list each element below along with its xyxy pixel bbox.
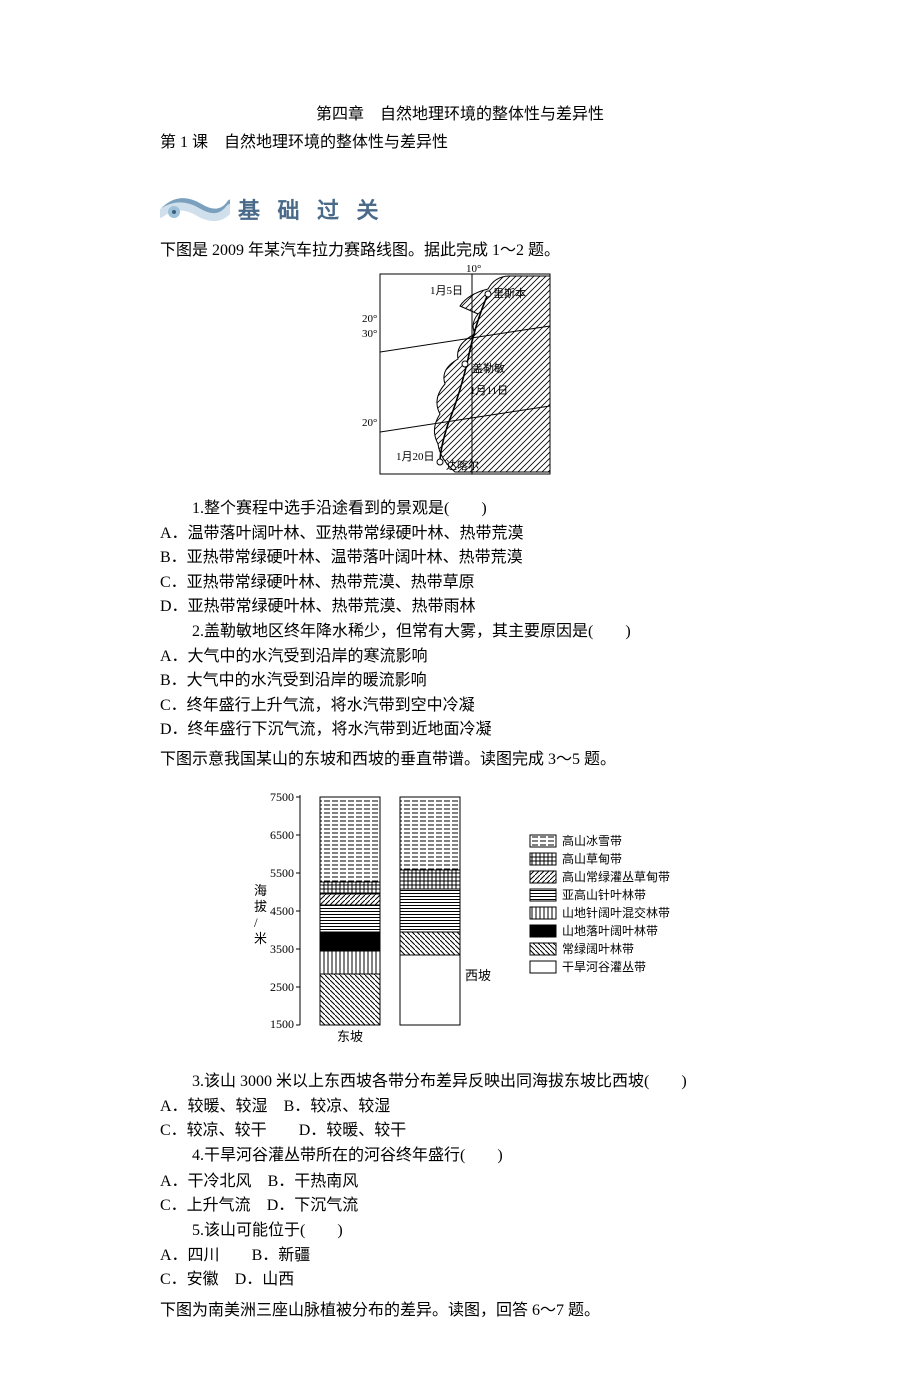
section-badge: 基 础 过 关 — [160, 192, 760, 226]
q1-options: A．温带落叶阔叶林、亚热带常绿硬叶林、热带荒漠 B．亚热带常绿硬叶林、温带落叶阔… — [160, 522, 760, 618]
q4-d: D．下沉气流 — [267, 1197, 359, 1214]
section2-intro: 下图示意我国某山的东坡和西坡的垂直带谱。读图完成 3～5 题。 — [160, 745, 760, 769]
ylabel-1: 海 — [254, 883, 267, 898]
badge-label: 基 础 过 关 — [238, 193, 385, 225]
q3-a: A．较暖、较湿 — [160, 1098, 268, 1115]
svg-text:高山冰雪带: 高山冰雪带 — [562, 833, 622, 848]
q2-b: B．大气中的水汽受到沿岸的暖流影响 — [160, 669, 760, 692]
svg-text:米: 米 — [254, 931, 267, 946]
x-west: 西坡 — [465, 968, 491, 983]
q4-c: C．上升气流 — [160, 1197, 251, 1214]
vertical-belt-chart: 1500 2500 3500 4500 5500 6500 7500 海 拔 /… — [160, 775, 760, 1060]
q5-options: A．四川 B．新疆 C．安徽 D．山西 — [160, 1244, 760, 1291]
q4-options: A．干冷北风 B．干热南风 C．上升气流 D．下沉气流 — [160, 1170, 760, 1217]
q5-stem: 5.该山可能位于( ) — [160, 1219, 760, 1242]
q1-b: B．亚热带常绿硬叶林、温带落叶阔叶林、热带荒漠 — [160, 546, 760, 569]
svg-text:拔: 拔 — [254, 899, 267, 914]
svg-text:6500: 6500 — [270, 828, 294, 842]
q2-c: C．终年盛行上升气流，将水汽带到空中冷凝 — [160, 694, 760, 717]
section3-intro: 下图为南美洲三座山脉植被分布的差异。读图，回答 6～7 题。 — [160, 1296, 760, 1320]
q2-stem: 2.盖勒敏地区终年降水稀少，但常有大雾，其主要原因是( ) — [160, 620, 760, 643]
city3: 达喀尔 — [446, 459, 479, 472]
q5-c: C．安徽 — [160, 1271, 219, 1288]
date1: 1月5日 — [430, 285, 463, 297]
svg-text:高山草甸带: 高山草甸带 — [562, 851, 622, 866]
svg-text:5500: 5500 — [270, 866, 294, 880]
q1-stem: 1.整个赛程中选手沿途看到的景观是( ) — [160, 497, 760, 520]
lat30-label: 30° — [362, 328, 377, 340]
q3-options: A．较暖、较湿 B．较凉、较湿 C．较凉、较干 D．较暖、较干 — [160, 1095, 760, 1142]
q2-d: D．终年盛行下沉气流，将水汽带到近地面冷凝 — [160, 718, 760, 741]
svg-text:1500: 1500 — [270, 1017, 294, 1031]
date2: 1月11日 — [470, 385, 508, 397]
badge-icon — [160, 192, 230, 226]
svg-text:常绿阔叶林带: 常绿阔叶林带 — [562, 941, 634, 956]
q4-b: B．干热南风 — [268, 1173, 359, 1190]
svg-text:高山常绿灌丛草甸带: 高山常绿灌丛草甸带 — [562, 869, 670, 884]
lat20s-label: 20° — [362, 417, 377, 429]
lon-label: 10° — [466, 264, 481, 275]
city2: 盖勒敏 — [472, 361, 505, 375]
q4-a: A．干冷北风 — [160, 1173, 252, 1190]
q5-b: B．新疆 — [252, 1247, 311, 1264]
q3-d: D．较暖、较干 — [299, 1122, 407, 1139]
q2-options: A．大气中的水汽受到沿岸的寒流影响 B．大气中的水汽受到沿岸的暖流影响 C．终年… — [160, 645, 760, 741]
svg-text:山地落叶阔叶林带: 山地落叶阔叶林带 — [562, 924, 658, 938]
q5-d: D．山西 — [235, 1271, 295, 1288]
q3-b: B．较凉、较湿 — [284, 1098, 391, 1115]
q1-c: C．亚热带常绿硬叶林、热带荒漠、热带草原 — [160, 571, 760, 594]
q2-a: A．大气中的水汽受到沿岸的寒流影响 — [160, 645, 760, 668]
svg-text:4500: 4500 — [270, 904, 294, 918]
svg-text:2500: 2500 — [270, 980, 294, 994]
q1-d: D．亚热带常绿硬叶林、热带荒漠、热带雨林 — [160, 595, 760, 618]
lat20n-label: 20° — [362, 313, 377, 325]
q5-a: A．四川 — [160, 1247, 220, 1264]
svg-text:7500: 7500 — [270, 790, 294, 804]
svg-text:亚高山针叶林带: 亚高山针叶林带 — [562, 887, 646, 902]
chapter-title: 第四章 自然地理环境的整体性与差异性 — [160, 100, 760, 124]
x-east: 东坡 — [337, 1029, 363, 1044]
section1-intro: 下图是 2009 年某汽车拉力赛路线图。据此完成 1～2 题。 — [160, 236, 760, 260]
svg-text:3500: 3500 — [270, 942, 294, 956]
rally-map: 10° 30° 20° 20° 1月5日 里斯本 盖勒敏 1月11日 1月20日… — [160, 264, 760, 489]
q4-stem: 4.干旱河谷灌丛带所在的河谷终年盛行( ) — [160, 1144, 760, 1167]
svg-text:山地针阔叶混交林带: 山地针阔叶混交林带 — [562, 905, 670, 920]
city1: 里斯本 — [493, 286, 526, 300]
svg-text:/: / — [254, 915, 258, 930]
q3-stem: 3.该山 3000 米以上东西坡各带分布差异反映出同海拔东坡比西坡( ) — [160, 1070, 760, 1093]
q1-a: A．温带落叶阔叶林、亚热带常绿硬叶林、热带荒漠 — [160, 522, 760, 545]
lesson-title: 第 1 课 自然地理环境的整体性与差异性 — [160, 128, 760, 152]
svg-text:干旱河谷灌丛带: 干旱河谷灌丛带 — [562, 960, 646, 974]
date3: 1月20日 — [396, 451, 435, 463]
q3-c: C．较凉、较干 — [160, 1122, 267, 1139]
